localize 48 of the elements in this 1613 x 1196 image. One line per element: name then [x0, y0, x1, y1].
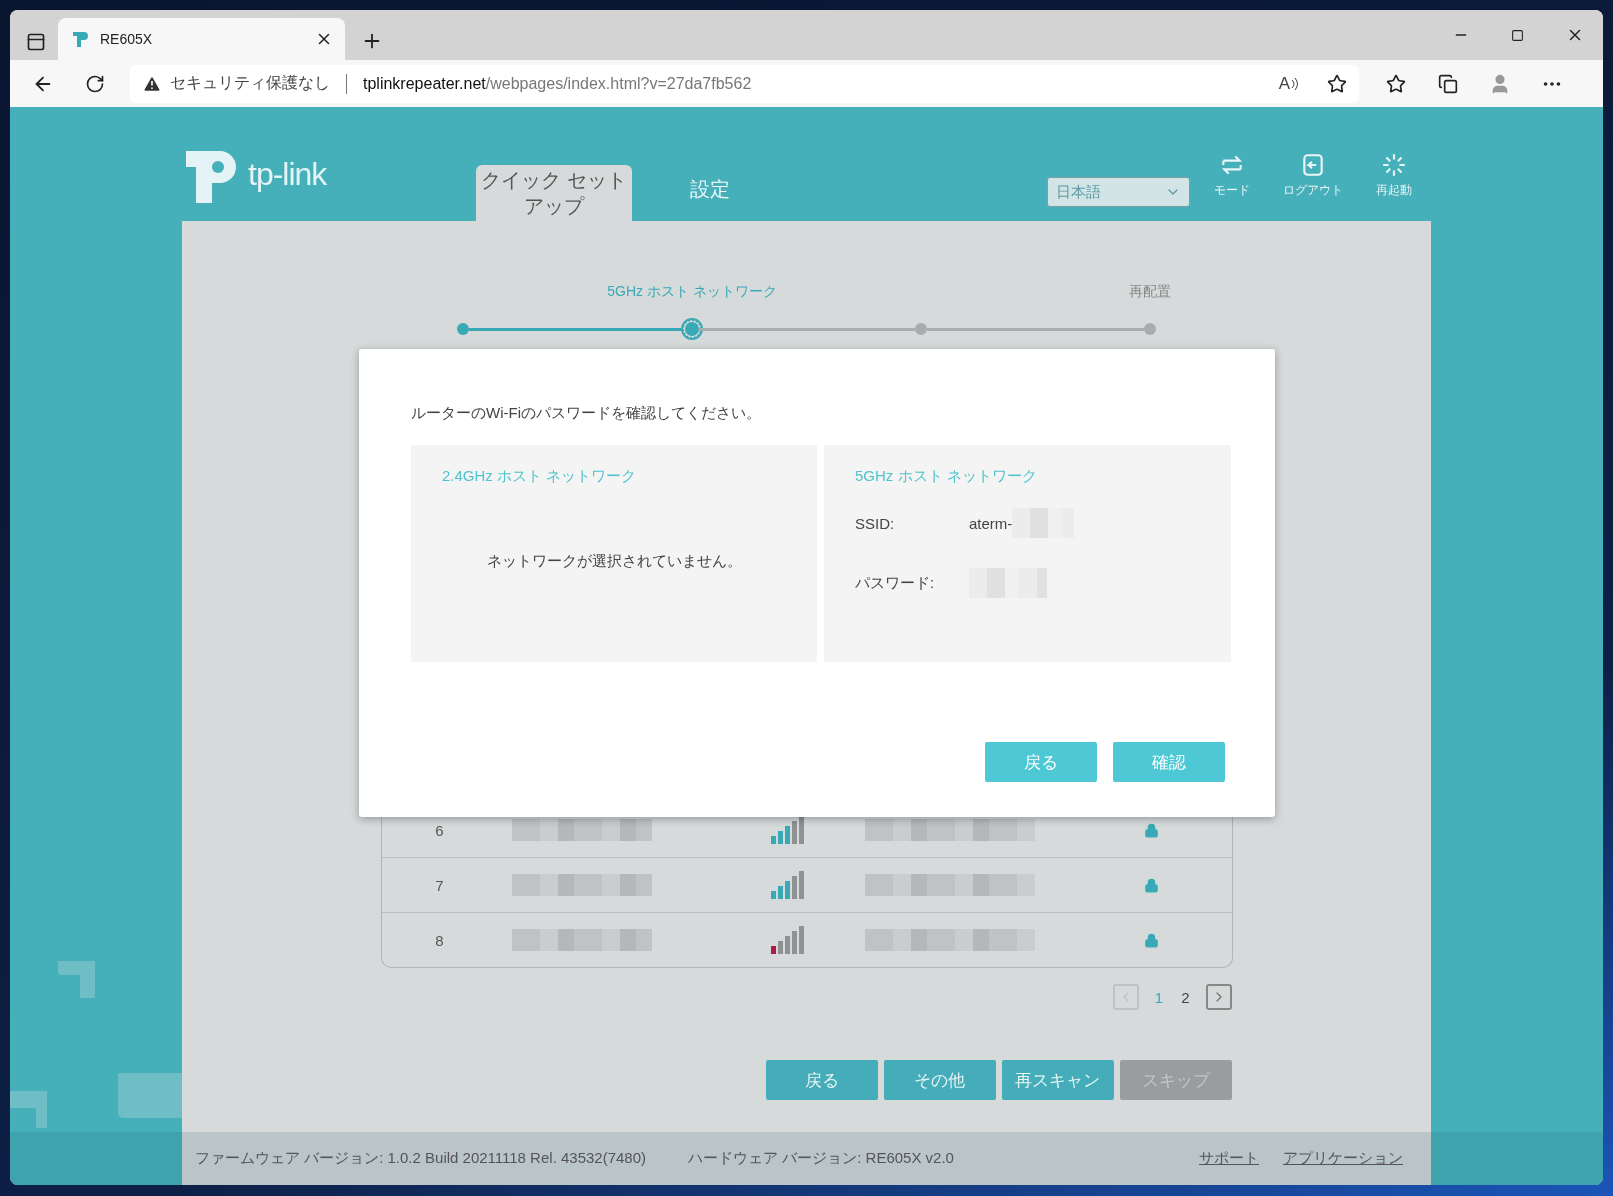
next-page-button[interactable] [1205, 984, 1232, 1010]
action-button[interactable]: 再スキャン [1001, 1060, 1114, 1100]
page-link[interactable]: 1 [1152, 988, 1166, 1006]
footer-link[interactable]: アプリケーション [1283, 1149, 1403, 1168]
step-label: 再配置 [1129, 283, 1171, 301]
firmware-version: ファームウェア バージョン: 1.0.2 Build 20211118 Rel. 43532(7480) [195, 1149, 647, 1168]
tab-actions-icon[interactable] [26, 32, 46, 52]
lock-icon [1144, 822, 1159, 838]
page-link[interactable]: 2 [1179, 988, 1192, 1006]
row-number: 6 [435, 821, 444, 839]
nav-tab[interactable]: 設定 [687, 169, 807, 209]
dialog-button[interactable]: 確認 [1113, 742, 1225, 782]
field-label: パスワード: [855, 573, 936, 593]
field-label: SSID: [855, 514, 896, 532]
language-select[interactable]: 日本語 [1047, 177, 1190, 207]
header-action-button[interactable]: ログアウト [1283, 152, 1343, 199]
sound-waves-icon [1291, 77, 1299, 90]
network-row[interactable]: 8 [381, 913, 1232, 967]
security-label: セキュリティ保護なし [170, 73, 330, 93]
header-action-button[interactable]: モード [1203, 152, 1261, 199]
read-aloud-button[interactable]: A [1278, 73, 1299, 94]
empty-message: ネットワークが選択されていません。 [486, 552, 742, 571]
tp-link-logo-icon [70, 29, 90, 49]
tab-title: RE605X [100, 31, 154, 47]
header-action-button[interactable]: 再起動 [1365, 152, 1423, 199]
action-button[interactable]: 戻る [765, 1060, 878, 1100]
action-button[interactable]: その他 [883, 1060, 996, 1100]
row-number: 8 [435, 931, 444, 949]
network-row[interactable]: 7 [381, 858, 1232, 913]
logout-icon [1300, 152, 1326, 178]
step-label: 5GHz ホスト ネットワーク [607, 283, 777, 301]
address-field[interactable]: セキュリティ保護なし tplinkrepeater.net/webpages/index.html?v=27da7fb562 A [130, 64, 1359, 103]
row-number: 7 [435, 876, 444, 894]
lock-icon [1144, 932, 1159, 948]
logo-text: tp-link [248, 155, 327, 193]
nav-tab[interactable]: クイック セットアップ [476, 165, 632, 221]
add-favorite-icon[interactable] [1327, 73, 1347, 94]
card-title: 5GHz ホスト ネットワーク [855, 467, 1038, 486]
dialog-prompt: ルーターのWi-Fiのパスワードを確認してください。 [411, 404, 762, 423]
footer-link[interactable]: サポート [1199, 1149, 1259, 1168]
spinner-icon [1381, 152, 1407, 178]
url-text: tplinkrepeater.net/webpages/index.html?v=27da7fb562 [363, 74, 752, 93]
card-title: 2.4GHz ホスト ネットワーク [442, 467, 638, 486]
hardware-version: ハードウェア バージョン: RE605X v2.0 [688, 1149, 954, 1168]
browser-tab[interactable]: RE605X [58, 18, 345, 60]
lock-icon [1144, 877, 1159, 893]
dialog-button[interactable]: 戻る [985, 742, 1097, 782]
field-value: aterm- [969, 514, 1013, 532]
